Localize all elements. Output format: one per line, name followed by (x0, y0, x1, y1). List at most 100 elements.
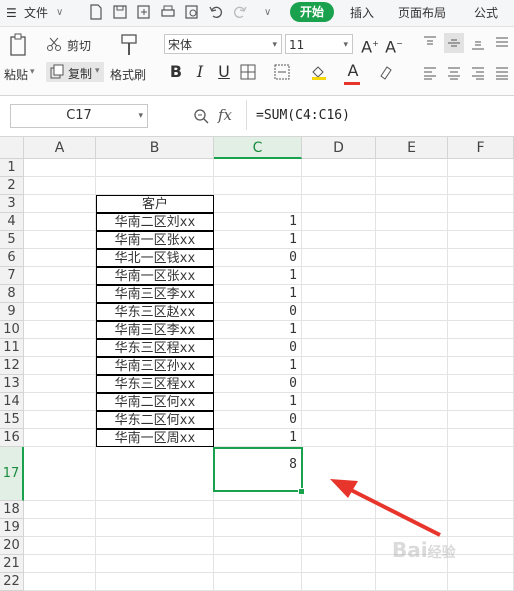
cell-D18[interactable] (302, 501, 376, 519)
undo-icon[interactable] (208, 4, 224, 20)
cell-E13[interactable] (376, 375, 448, 393)
cell-A14[interactable] (24, 393, 96, 411)
cell-D14[interactable] (302, 393, 376, 411)
copy-dropdown-icon[interactable]: ▾ (95, 66, 100, 76)
format-painter-button[interactable]: 格式刷 (110, 66, 146, 83)
row-header-18[interactable]: 18 (0, 501, 24, 519)
cell-E22[interactable] (376, 573, 448, 591)
paste-icon[interactable] (8, 33, 30, 57)
cell-D15[interactable] (302, 411, 376, 429)
cell-F1[interactable] (448, 159, 514, 177)
row-header-12[interactable]: 12 (0, 357, 24, 375)
cell-E7[interactable] (376, 267, 448, 285)
font-name-select[interactable]: 宋体 ▾ (164, 34, 282, 54)
copy-icon[interactable] (49, 64, 65, 80)
cell-C1[interactable] (214, 159, 302, 177)
cell-A13[interactable] (24, 375, 96, 393)
clear-format-icon[interactable] (377, 64, 393, 80)
cell-E19[interactable] (376, 519, 448, 537)
cell-D4[interactable] (302, 213, 376, 231)
fx-icon[interactable]: fx (218, 106, 232, 124)
bold-icon[interactable]: B (166, 61, 186, 83)
font-size-select[interactable]: 11 ▾ (285, 34, 353, 54)
col-header-e[interactable]: E (376, 137, 448, 159)
cell-B7[interactable]: 华南一区张xx (96, 267, 214, 285)
file-menu[interactable]: 文件 (24, 4, 48, 22)
row-header-7[interactable]: 7 (0, 267, 24, 285)
cell-E1[interactable] (376, 159, 448, 177)
paste-button[interactable]: 粘贴 (4, 66, 28, 83)
cell-B9[interactable]: 华东三区赵xx (96, 303, 214, 321)
row-header-10[interactable]: 10 (0, 321, 24, 339)
cell-B8[interactable]: 华南三区李xx (96, 285, 214, 303)
cell-B2[interactable] (96, 177, 214, 195)
cell-A21[interactable] (24, 555, 96, 573)
cell-D12[interactable] (302, 357, 376, 375)
row-header-3[interactable]: 3 (0, 195, 24, 213)
scissors-icon[interactable] (46, 36, 62, 52)
cell-F16[interactable] (448, 429, 514, 447)
cell-B15[interactable]: 华东二区何xx (96, 411, 214, 429)
cell-C8[interactable]: 1 (214, 285, 302, 303)
cell-C12[interactable]: 1 (214, 357, 302, 375)
cell-A11[interactable] (24, 339, 96, 357)
cell-A5[interactable] (24, 231, 96, 249)
row-header-13[interactable]: 13 (0, 375, 24, 393)
decrease-font-icon[interactable]: A− (384, 33, 404, 56)
cell-C3[interactable] (214, 195, 302, 213)
cell-F6[interactable] (448, 249, 514, 267)
cut-button[interactable]: 剪切 (67, 37, 91, 54)
cell-F7[interactable] (448, 267, 514, 285)
cell-F9[interactable] (448, 303, 514, 321)
cell-A10[interactable] (24, 321, 96, 339)
cell-A19[interactable] (24, 519, 96, 537)
cell-F18[interactable] (448, 501, 514, 519)
cell-A9[interactable] (24, 303, 96, 321)
cell-A3[interactable] (24, 195, 96, 213)
formula-input[interactable]: =SUM(C4:C16) (256, 108, 350, 123)
selected-cell-c17[interactable] (213, 447, 303, 492)
cell-A1[interactable] (24, 159, 96, 177)
col-header-a[interactable]: A (24, 137, 96, 159)
cell-A15[interactable] (24, 411, 96, 429)
row-header-21[interactable]: 21 (0, 555, 24, 573)
cell-B13[interactable]: 华东三区程xx (96, 375, 214, 393)
row-header-16[interactable]: 16 (0, 429, 24, 447)
cell-C11[interactable]: 0 (214, 339, 302, 357)
cell-B4[interactable]: 华南二区刘xx (96, 213, 214, 231)
col-header-b[interactable]: B (96, 137, 214, 159)
col-header-f[interactable]: F (448, 137, 514, 159)
cell-D2[interactable] (302, 177, 376, 195)
copy-button[interactable]: 复制 (68, 65, 92, 82)
spreadsheet-grid[interactable]: A B C D E F 1 2 3 客户 4 华南二区刘xx 1 5 华南一区张xx 1 6 华北一区… (0, 137, 514, 591)
row-header-14[interactable]: 14 (0, 393, 24, 411)
cell-C5[interactable]: 1 (214, 231, 302, 249)
cell-B5[interactable]: 华南一区张xx (96, 231, 214, 249)
col-header-c[interactable]: C (214, 137, 302, 159)
new-file-icon[interactable] (88, 4, 104, 20)
cell-E11[interactable] (376, 339, 448, 357)
cell-C20[interactable] (214, 537, 302, 555)
cell-F14[interactable] (448, 393, 514, 411)
tab-formulas[interactable]: 公式 (474, 4, 498, 22)
print-icon[interactable] (160, 4, 176, 20)
cell-F17[interactable] (448, 447, 514, 501)
cell-D21[interactable] (302, 555, 376, 573)
row-header-5[interactable]: 5 (0, 231, 24, 249)
col-header-d[interactable]: D (302, 137, 376, 159)
cell-C15[interactable]: 0 (214, 411, 302, 429)
cell-A20[interactable] (24, 537, 96, 555)
cell-E5[interactable] (376, 231, 448, 249)
name-box[interactable]: C17 ▾ (10, 104, 148, 128)
cell-D22[interactable] (302, 573, 376, 591)
align-top-icon[interactable] (422, 35, 438, 51)
cell-F10[interactable] (448, 321, 514, 339)
cell-F22[interactable] (448, 573, 514, 591)
cell-B14[interactable]: 华南二区何xx (96, 393, 214, 411)
chevron-down-icon[interactable]: ∨ (56, 4, 63, 22)
print-preview-icon[interactable] (184, 4, 200, 20)
redo-icon[interactable] (232, 4, 248, 20)
cell-A18[interactable] (24, 501, 96, 519)
tab-page-layout[interactable]: 页面布局 (398, 4, 446, 22)
export-pdf-icon[interactable] (136, 4, 152, 20)
